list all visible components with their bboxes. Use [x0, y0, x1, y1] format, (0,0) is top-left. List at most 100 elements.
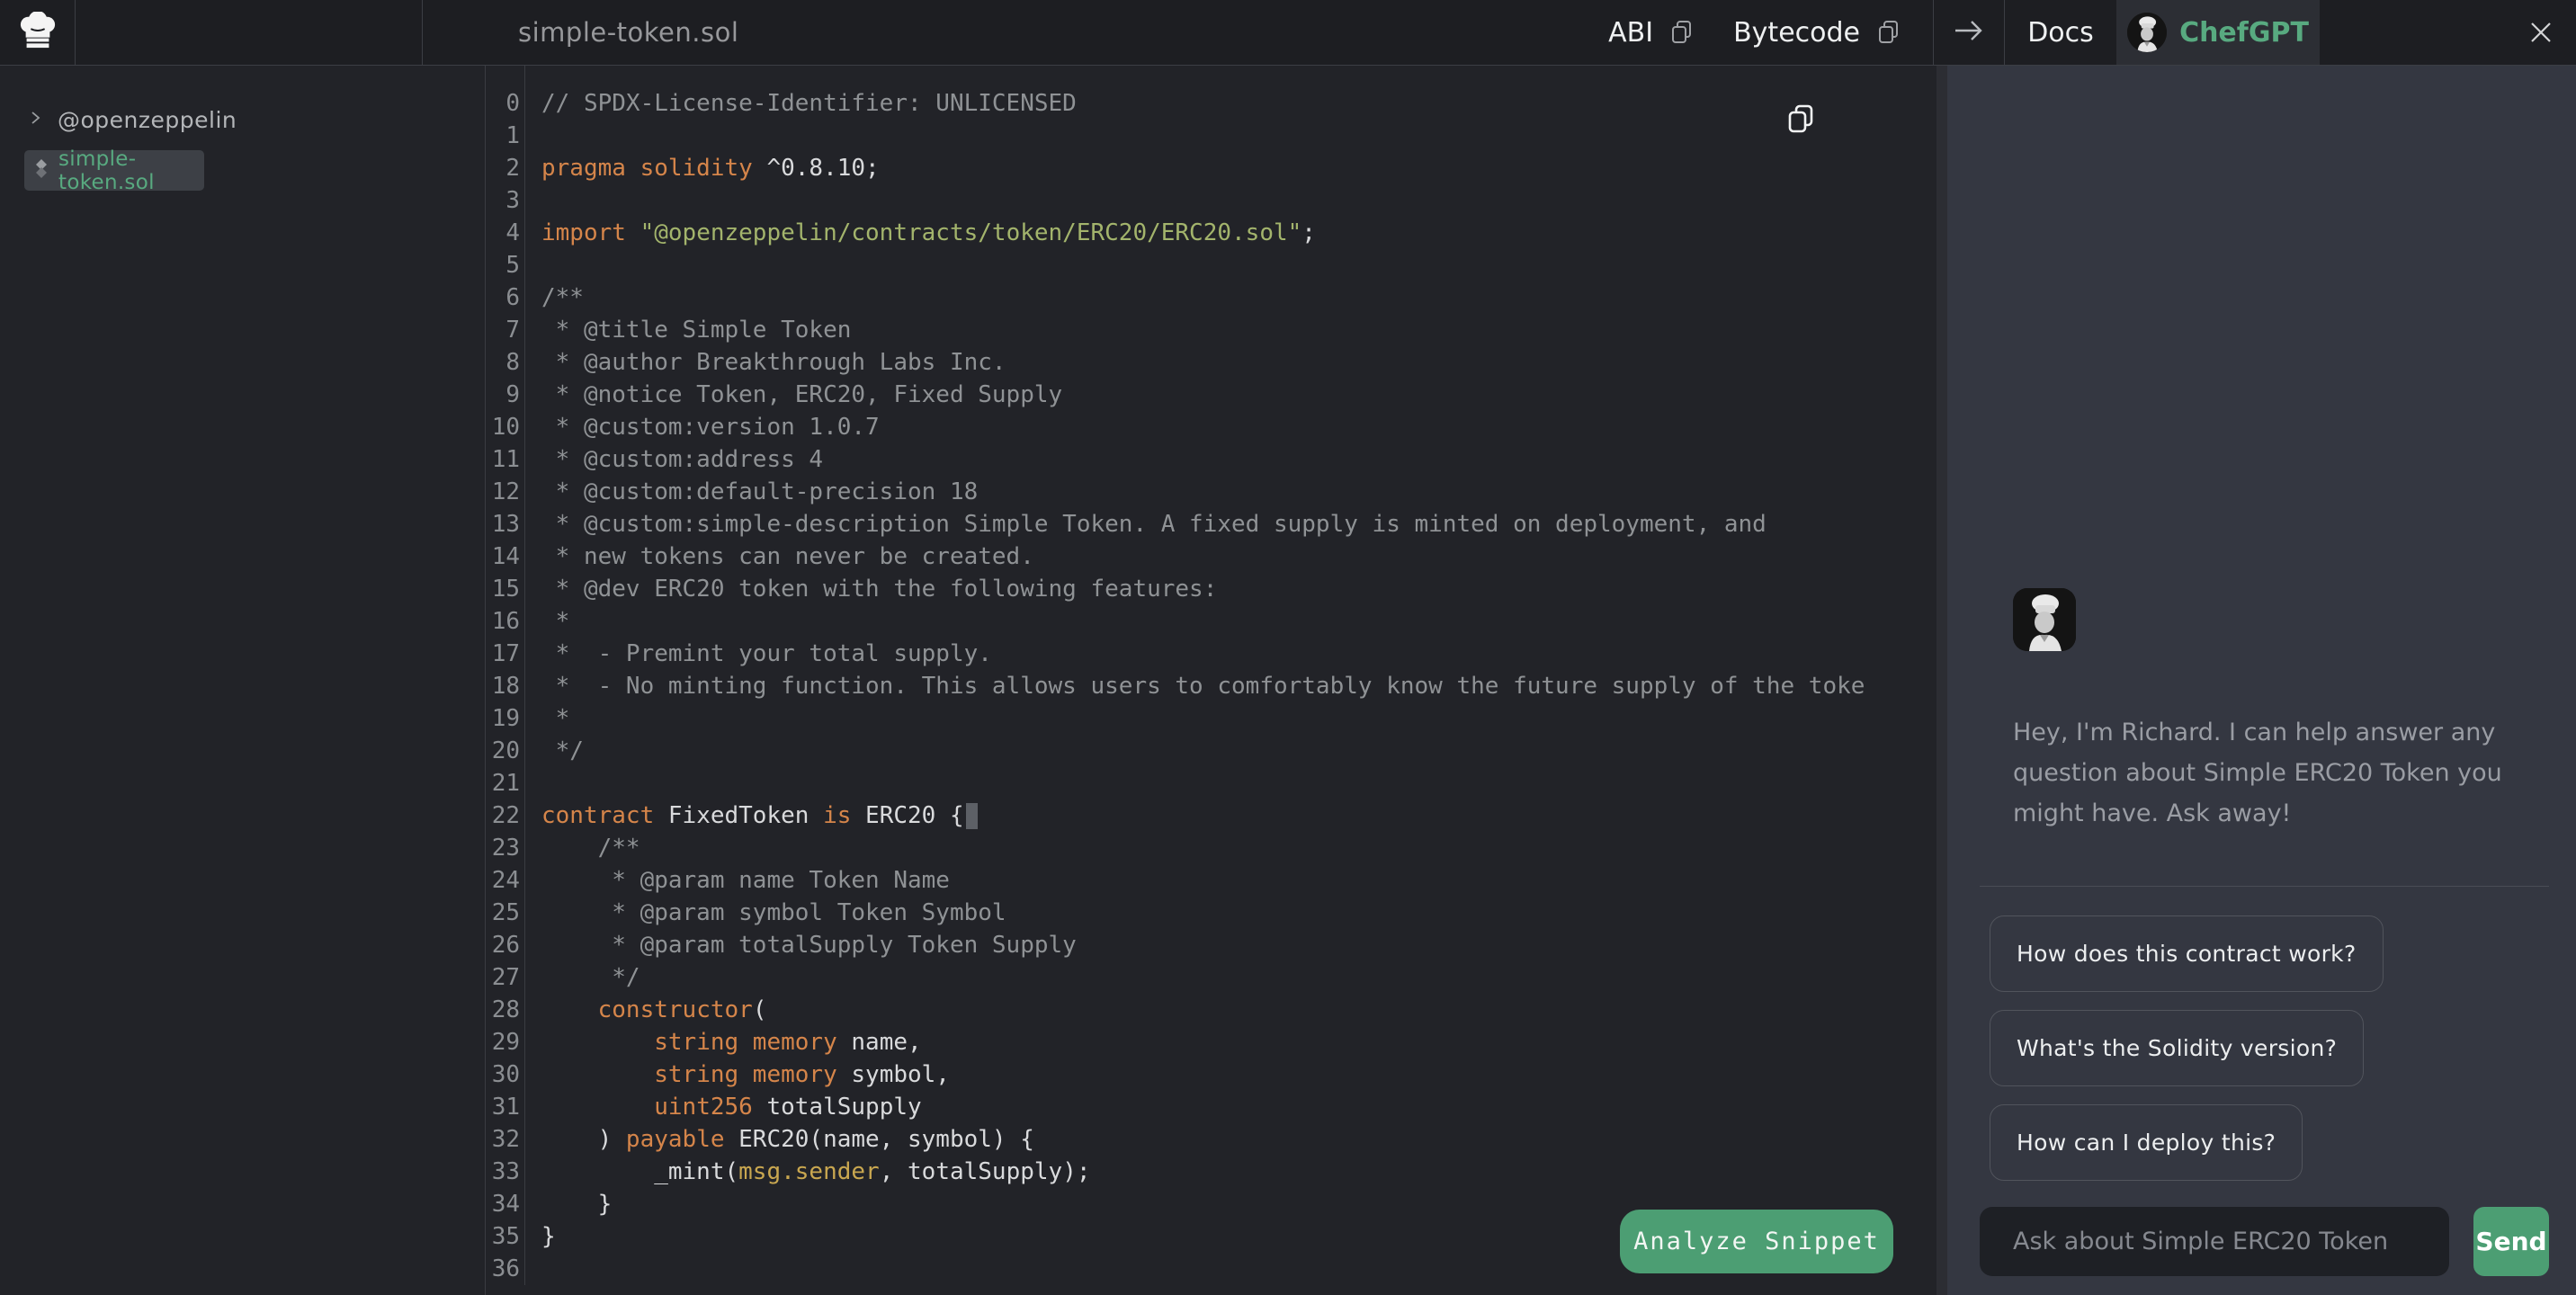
line-number: 22: [486, 799, 520, 832]
code-line[interactable]: 21: [486, 767, 1936, 799]
code-line[interactable]: 10 * @custom:version 1.0.7: [486, 411, 1936, 443]
line-number: 11: [486, 443, 520, 476]
code-content: /**: [520, 281, 584, 314]
chefgpt-avatar-icon: [2127, 13, 2167, 52]
file-tree-sidebar: @openzeppelin simple-token.sol: [0, 66, 486, 1295]
page-title: simple-token.sol: [518, 17, 738, 48]
code-line[interactable]: 33 _mint(msg.sender, totalSupply);: [486, 1156, 1936, 1188]
code-line[interactable]: 6/**: [486, 281, 1936, 314]
code-line[interactable]: 9 * @notice Token, ERC20, Fixed Supply: [486, 379, 1936, 411]
title-area: simple-token.sol: [423, 0, 1608, 65]
tab-docs[interactable]: Docs: [2005, 0, 2116, 65]
close-icon[interactable]: [2529, 21, 2553, 44]
code-line[interactable]: 30 string memory symbol,: [486, 1058, 1936, 1091]
line-number: 26: [486, 929, 520, 961]
code-content: * - No minting function. This allows use…: [520, 670, 1865, 702]
code-line[interactable]: 18 * - No minting function. This allows …: [486, 670, 1936, 702]
gutter-divider: [524, 66, 525, 1285]
code-line[interactable]: 4import "@openzeppelin/contracts/token/E…: [486, 217, 1936, 249]
line-number: 13: [486, 508, 520, 540]
code-line[interactable]: 32 ) payable ERC20(name, symbol) {: [486, 1123, 1936, 1156]
line-number: 24: [486, 864, 520, 897]
tab-chefgpt[interactable]: ChefGPT: [2116, 0, 2320, 65]
chefgpt-label: ChefGPT: [2179, 17, 2309, 49]
line-number: 21: [486, 767, 520, 799]
line-number: 23: [486, 832, 520, 864]
code-line[interactable]: 19 *: [486, 702, 1936, 735]
code-line[interactable]: 24 * @param name Token Name: [486, 864, 1936, 897]
line-number: 2: [486, 152, 520, 184]
code-line[interactable]: 16 *: [486, 605, 1936, 638]
line-number: 28: [486, 994, 520, 1026]
code-content: * - Premint your total supply.: [520, 638, 992, 670]
chat-messages-area: [1980, 66, 2549, 588]
code-line[interactable]: 22contract FixedToken is ERC20 {: [486, 799, 1936, 832]
suggestion-chip[interactable]: How does this contract work?: [1990, 915, 2384, 992]
line-number: 16: [486, 605, 520, 638]
line-number: 20: [486, 735, 520, 767]
line-number: 36: [486, 1253, 520, 1285]
chat-divider: [1980, 886, 2549, 887]
app-logo-button[interactable]: [0, 0, 76, 65]
code-line[interactable]: 0// SPDX-License-Identifier: UNLICENSED: [486, 87, 1936, 120]
code-line[interactable]: 13 * @custom:simple-description Simple T…: [486, 508, 1936, 540]
code-line[interactable]: 15 * @dev ERC20 token with the following…: [486, 573, 1936, 605]
code-line[interactable]: 31 uint256 totalSupply: [486, 1091, 1936, 1123]
code-content: _mint(msg.sender, totalSupply);: [520, 1156, 1091, 1188]
code-content: uint256 totalSupply: [520, 1091, 922, 1123]
code-content: *: [520, 605, 569, 638]
code-line[interactable]: 25 * @param symbol Token Symbol: [486, 897, 1936, 929]
code-line[interactable]: 2pragma solidity ^0.8.10;: [486, 152, 1936, 184]
copy-code-button[interactable]: [1786, 103, 1815, 139]
docs-label: Docs: [2027, 17, 2094, 49]
send-button[interactable]: Send: [2473, 1207, 2549, 1276]
code-content: constructor(: [520, 994, 766, 1026]
code-line[interactable]: 8 * @author Breakthrough Labs Inc.: [486, 346, 1936, 379]
code-line[interactable]: 28 constructor(: [486, 994, 1936, 1026]
code-line[interactable]: 23 /**: [486, 832, 1936, 864]
code-line[interactable]: 11 * @custom:address 4: [486, 443, 1936, 476]
line-number: 1: [486, 120, 520, 152]
forward-button[interactable]: [1934, 0, 2004, 65]
editor-scrollbar[interactable]: [1936, 66, 1947, 1295]
code-line[interactable]: 3: [486, 184, 1936, 217]
code-content: ) payable ERC20(name, symbol) {: [520, 1123, 1034, 1156]
line-number: 7: [486, 314, 520, 346]
abi-label: ABI: [1608, 17, 1653, 49]
chat-input[interactable]: [1980, 1207, 2449, 1276]
selected-file-label: simple-token.sol: [58, 147, 204, 194]
code-editor[interactable]: 0// SPDX-License-Identifier: UNLICENSED1…: [486, 66, 1936, 1295]
code-content: [520, 249, 541, 281]
code-content: string memory name,: [520, 1026, 922, 1058]
sidebar-item-openzeppelin[interactable]: @openzeppelin: [0, 100, 485, 139]
code-line[interactable]: 1: [486, 120, 1936, 152]
code-line[interactable]: 20 */: [486, 735, 1936, 767]
code-line[interactable]: 14 * new tokens can never be created.: [486, 540, 1936, 573]
code-content: * @dev ERC20 token with the following fe…: [520, 573, 1217, 605]
analyze-snippet-button[interactable]: Analyze Snippet: [1620, 1210, 1893, 1273]
code-content: }: [520, 1188, 612, 1220]
line-number: 25: [486, 897, 520, 929]
line-number: 18: [486, 670, 520, 702]
code-line[interactable]: 26 * @param totalSupply Token Supply: [486, 929, 1936, 961]
line-number: 5: [486, 249, 520, 281]
code-line[interactable]: 5: [486, 249, 1936, 281]
suggestion-chip[interactable]: What's the Solidity version?: [1990, 1010, 2364, 1086]
code-line[interactable]: 12 * @custom:default-precision 18: [486, 476, 1936, 508]
line-number: 19: [486, 702, 520, 735]
code-line[interactable]: 7 * @title Simple Token: [486, 314, 1936, 346]
copy-abi-button[interactable]: [1669, 19, 1694, 47]
line-number: 9: [486, 379, 520, 411]
code-content: string memory symbol,: [520, 1058, 950, 1091]
code-line[interactable]: 29 string memory name,: [486, 1026, 1936, 1058]
code-line[interactable]: 27 */: [486, 961, 1936, 994]
suggestion-chip[interactable]: How can I deploy this?: [1990, 1104, 2303, 1181]
code-lines: 0// SPDX-License-Identifier: UNLICENSED1…: [486, 66, 1936, 1285]
code-line[interactable]: 17 * - Premint your total supply.: [486, 638, 1936, 670]
assistant-greeting: Hey, I'm Richard. I can help answer any …: [2013, 712, 2506, 834]
line-number: 33: [486, 1156, 520, 1188]
copy-bytecode-button[interactable]: [1876, 19, 1901, 47]
sidebar-item-simple-token[interactable]: simple-token.sol: [24, 150, 204, 191]
text-cursor: [966, 803, 978, 829]
chef-hat-icon: [17, 12, 58, 53]
